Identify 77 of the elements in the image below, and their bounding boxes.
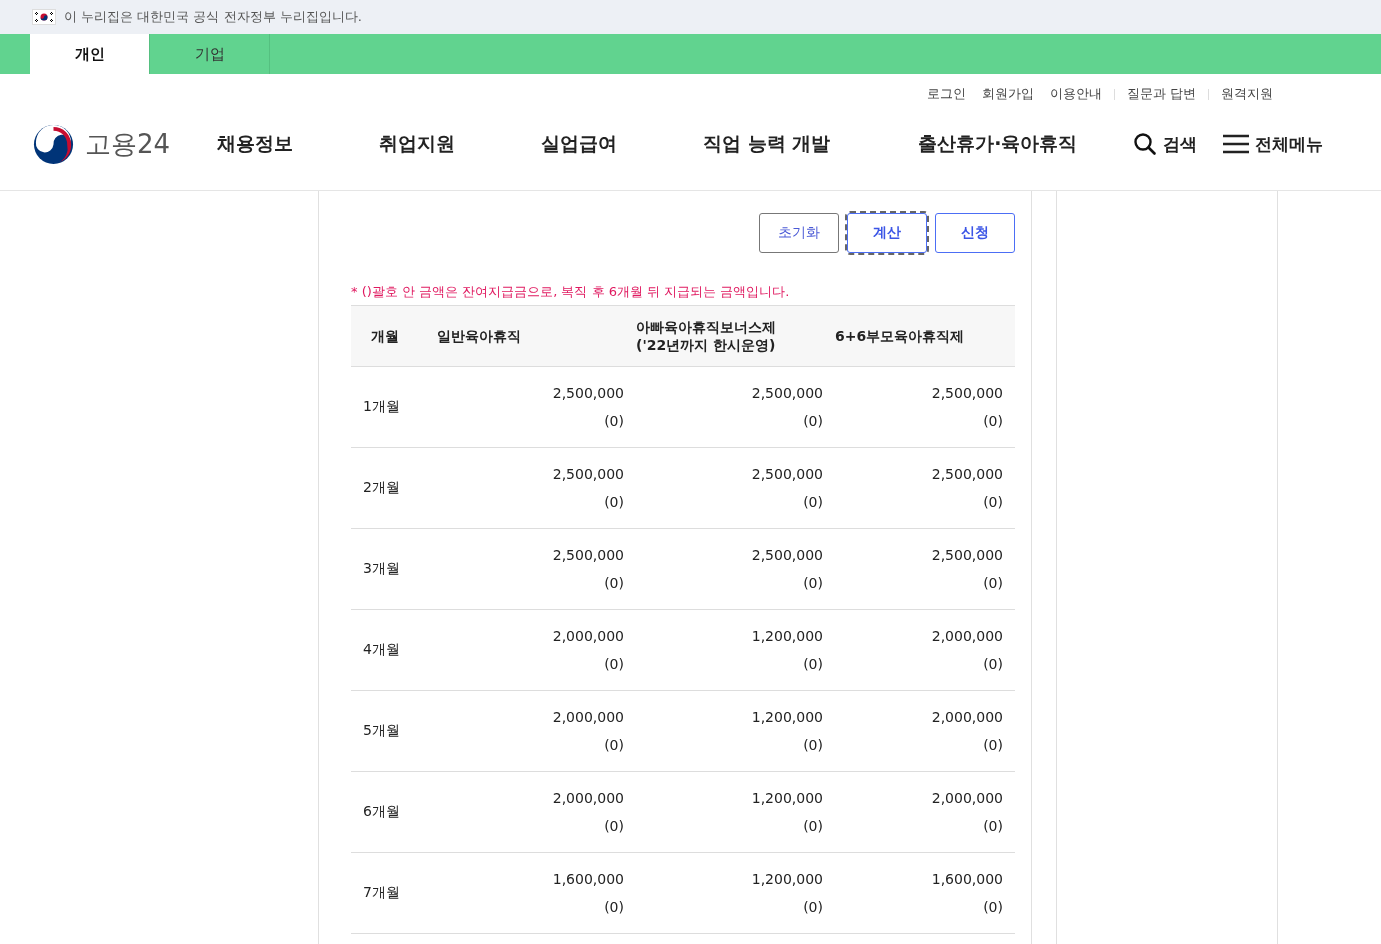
column-header: 개월 <box>351 305 437 367</box>
amount-text: 1,200,000 <box>750 627 823 646</box>
amount-text: 1,200,000 <box>750 708 823 727</box>
action-button[interactable]: 신청 <box>935 213 1015 253</box>
column-header: 일반육아휴직 <box>437 305 636 367</box>
remaining-amount-text: (0) <box>603 493 624 512</box>
column-header: 아빠육아휴직보너스제 ('22년까지 한시운영) <box>636 305 835 367</box>
amount-text: 2,000,000 <box>930 627 1003 646</box>
utility-link[interactable]: 원격지원 <box>1217 85 1277 103</box>
main-nav-link[interactable]: 채용정보 <box>217 131 293 157</box>
amount-text: 2,500,000 <box>930 546 1003 565</box>
month-cell: 5개월 <box>351 690 437 772</box>
remaining-amount-text: (0) <box>982 574 1003 593</box>
remaining-amount-text: (0) <box>802 493 823 512</box>
audience-tab[interactable]: 기업 <box>150 34 270 74</box>
amount-text: 2,000,000 <box>551 627 624 646</box>
amount-text: 1,200,000 <box>750 870 823 889</box>
remaining-amount-text: (0) <box>982 655 1003 674</box>
month-cell: 2개월 <box>351 447 437 529</box>
remaining-amount-text: (0) <box>982 412 1003 431</box>
remaining-amount-text: (0) <box>802 736 823 755</box>
remaining-amount-text: (0) <box>982 493 1003 512</box>
main-nav-link[interactable]: 출산휴가·육아휴직 <box>918 131 1078 157</box>
amount-text: 1,600,000 <box>930 870 1003 889</box>
remaining-amount-text: (0) <box>982 898 1003 917</box>
remaining-amount-text: (0) <box>982 817 1003 836</box>
main-nav-link[interactable]: 실업급여 <box>541 131 617 157</box>
amount-text: 2,500,000 <box>750 465 823 484</box>
menu-icon <box>1223 134 1250 154</box>
search-button[interactable]: 검색 <box>1133 132 1198 156</box>
amount-text: 2,500,000 <box>930 465 1003 484</box>
amount-text: 2,500,000 <box>750 546 823 565</box>
amount-text: 2,000,000 <box>930 708 1003 727</box>
action-button[interactable]: 초기화 <box>759 213 839 253</box>
logo-text[interactable]: 고용24 <box>85 126 171 162</box>
utility-link[interactable]: 로그인 <box>922 85 970 103</box>
remaining-amount-text: (0) <box>603 898 624 917</box>
amount-text: 2,500,000 <box>551 384 624 403</box>
remaining-amount-text: (0) <box>603 817 624 836</box>
search-icon <box>1133 132 1158 156</box>
month-cell: 6개월 <box>351 771 437 853</box>
taegeuk-logo-icon <box>32 122 75 166</box>
main-nav-link[interactable]: 취업지원 <box>379 131 455 157</box>
audience-tab[interactable]: 개인 <box>30 34 150 74</box>
remaining-amount-text: (0) <box>802 898 823 917</box>
amount-text: 2,000,000 <box>551 708 624 727</box>
main-nav-link[interactable]: 직업 능력 개발 <box>703 131 831 157</box>
amount-text: 2,500,000 <box>930 384 1003 403</box>
amount-text: 2,000,000 <box>930 789 1003 808</box>
remaining-amount-text: (0) <box>802 574 823 593</box>
utility-link[interactable]: 이용안내 <box>1045 85 1106 103</box>
month-cell: 7개월 <box>351 852 437 934</box>
amount-text: 1,200,000 <box>750 789 823 808</box>
remaining-amount-text: (0) <box>603 655 624 674</box>
amount-text: 2,500,000 <box>750 384 823 403</box>
month-cell: 4개월 <box>351 609 437 691</box>
action-button[interactable]: 계산 <box>847 213 927 253</box>
notice-text: * ()괄호 안 금액은 잔여지급금으로, 복직 후 6개월 뒤 지급되는 금액입니다. <box>351 283 791 301</box>
month-cell: 1개월 <box>351 366 437 448</box>
gov-banner-text: 이 누리집은 대한민국 공식 전자정부 누리집입니다. <box>64 8 362 26</box>
amount-text: 2,000,000 <box>551 789 624 808</box>
remaining-amount-text: (0) <box>603 574 624 593</box>
amount-text: 1,600,000 <box>551 870 624 889</box>
utility-link[interactable]: 회원가입 <box>977 85 1038 103</box>
remaining-amount-text: (0) <box>603 412 624 431</box>
all-menu-button[interactable]: 전체메뉴 <box>1223 132 1324 156</box>
remaining-amount-text: (0) <box>603 736 624 755</box>
remaining-amount-text: (0) <box>802 817 823 836</box>
remaining-amount-text: (0) <box>802 412 823 431</box>
month-cell: 3개월 <box>351 528 437 610</box>
column-header: 6+6부모육아휴직제 <box>835 305 1015 367</box>
flag-icon <box>32 9 56 25</box>
utility-link[interactable]: 질문과 답변 <box>1122 85 1200 103</box>
remaining-amount-text: (0) <box>982 736 1003 755</box>
amount-text: 2,500,000 <box>551 465 624 484</box>
remaining-amount-text: (0) <box>802 655 823 674</box>
amount-text: 2,500,000 <box>551 546 624 565</box>
